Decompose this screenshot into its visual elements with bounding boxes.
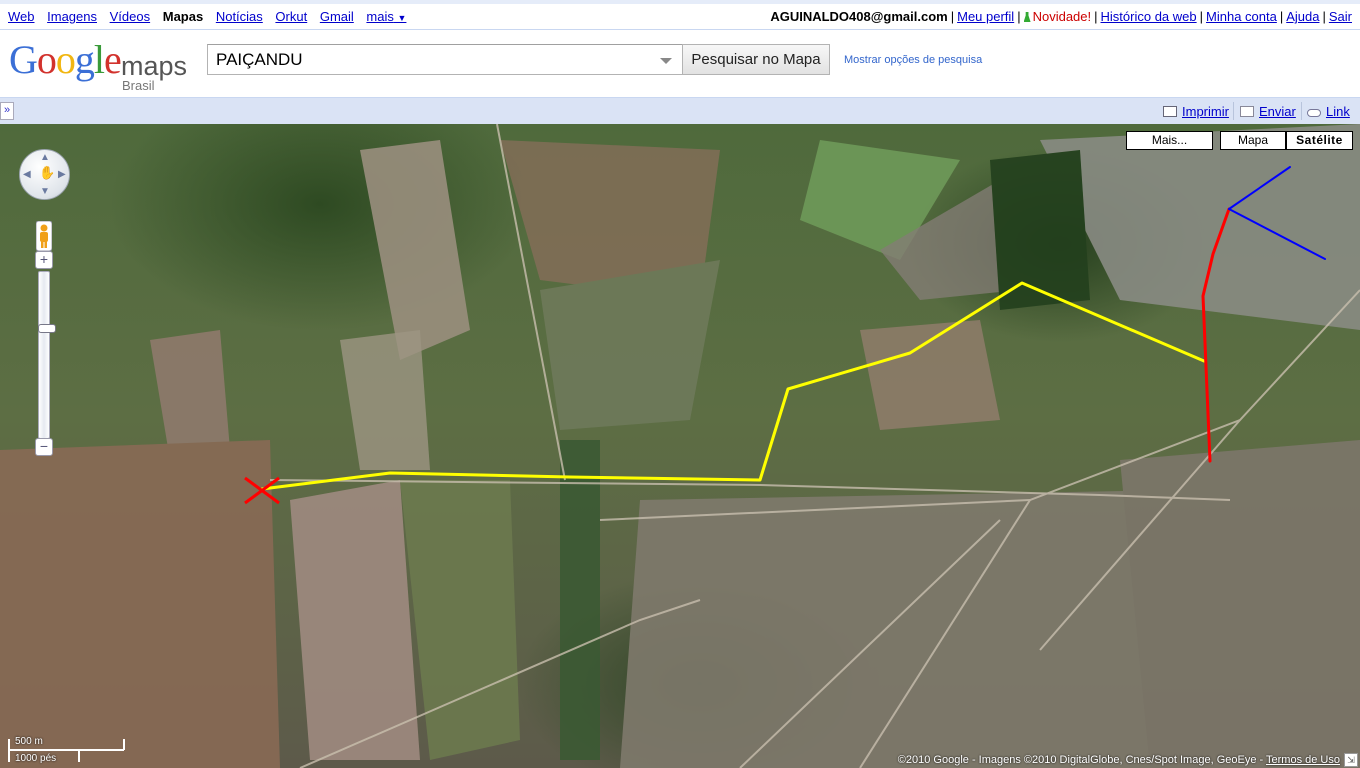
map-toolbar: » Imprimir Enviar Link bbox=[0, 97, 1360, 124]
chain-link-icon bbox=[1307, 109, 1321, 117]
satellite-type-button[interactable]: Satélite bbox=[1286, 131, 1353, 150]
search-map-button[interactable]: Pesquisar no Mapa bbox=[682, 44, 830, 75]
envelope-icon bbox=[1240, 106, 1254, 117]
chevron-down-icon: ▼ bbox=[397, 13, 407, 23]
resize-corner-icon[interactable]: ⇲ bbox=[1344, 753, 1358, 767]
zoom-out-button[interactable]: − bbox=[35, 438, 53, 456]
send-tool[interactable]: Enviar bbox=[1240, 104, 1296, 119]
map-scale: 500 m 1000 pés bbox=[8, 736, 128, 764]
search-history-dropdown-icon[interactable] bbox=[660, 58, 672, 64]
pan-control[interactable]: ▲ ▼ ◀ ▶ ✋ bbox=[19, 149, 70, 200]
terms-of-use-link[interactable]: Termos de Uso bbox=[1266, 754, 1340, 766]
nav-link-news[interactable]: Notícias bbox=[216, 9, 263, 24]
pan-left-icon[interactable]: ◀ bbox=[23, 170, 31, 180]
zoom-control: + − bbox=[35, 251, 56, 456]
maps-header: Google maps Brasil Pesquisar no Mapa Mos… bbox=[0, 30, 1360, 97]
map-copyright: ©2010 Google - Imagens ©2010 DigitalGlob… bbox=[898, 754, 1340, 766]
map-imagery bbox=[0, 124, 1360, 768]
novidade-link[interactable]: Novidade! bbox=[1033, 9, 1092, 24]
nav-link-gmail[interactable]: Gmail bbox=[320, 9, 354, 24]
nav-link-web[interactable]: Web bbox=[8, 9, 35, 24]
link-link[interactable]: Link bbox=[1326, 104, 1350, 119]
country-label: Brasil bbox=[122, 78, 155, 93]
zoom-in-button[interactable]: + bbox=[35, 251, 53, 269]
scale-imperial: 1000 pés bbox=[15, 753, 57, 764]
top-navigation-bar: Web Imagens Vídeos Mapas Notícias Orkut … bbox=[0, 0, 1360, 30]
nav-link-images[interactable]: Imagens bbox=[47, 9, 97, 24]
pegman-icon[interactable] bbox=[36, 221, 52, 251]
pan-up-icon[interactable]: ▲ bbox=[40, 153, 50, 163]
sign-out-link[interactable]: Sair bbox=[1329, 9, 1352, 24]
print-link[interactable]: Imprimir bbox=[1182, 104, 1229, 119]
google-wordmark: Google bbox=[9, 37, 122, 82]
pan-down-icon[interactable]: ▼ bbox=[40, 187, 50, 197]
hand-icon[interactable]: ✋ bbox=[39, 166, 55, 179]
zoom-slider-track[interactable] bbox=[38, 271, 56, 439]
nav-link-more[interactable]: mais ▼ bbox=[366, 9, 406, 24]
terrain-patches bbox=[0, 124, 1360, 768]
print-tool[interactable]: Imprimir bbox=[1163, 104, 1229, 119]
my-account-link[interactable]: Minha conta bbox=[1206, 9, 1277, 24]
toolbar-divider bbox=[1233, 102, 1234, 120]
map-type-button[interactable]: Mapa bbox=[1220, 131, 1286, 150]
pan-right-icon[interactable]: ▶ bbox=[58, 170, 66, 180]
link-tool[interactable]: Link bbox=[1307, 104, 1350, 119]
maps-wordmark: maps bbox=[121, 51, 188, 81]
search-box bbox=[207, 44, 683, 75]
send-link[interactable]: Enviar bbox=[1259, 104, 1296, 119]
toolbar-divider bbox=[1301, 102, 1302, 120]
web-history-link[interactable]: Histórico da web bbox=[1101, 9, 1197, 24]
nav-link-orkut[interactable]: Orkut bbox=[275, 9, 307, 24]
copyright-text: ©2010 Google - Imagens ©2010 DigitalGlob… bbox=[897, 754, 1267, 766]
nav-current-maps: Mapas bbox=[162, 9, 204, 24]
nav-link-videos[interactable]: Vídeos bbox=[110, 9, 150, 24]
more-label: mais bbox=[366, 9, 394, 24]
satellite-map[interactable]: Mais... Mapa Satélite ▲ ▼ ◀ ▶ ✋ + − 500 … bbox=[0, 124, 1360, 768]
service-links: Web Imagens Vídeos Mapas Notícias Orkut … bbox=[8, 9, 415, 24]
google-maps-logo[interactable]: Google maps Brasil bbox=[9, 37, 189, 94]
profile-link[interactable]: Meu perfil bbox=[957, 9, 1014, 24]
zoom-slider-thumb[interactable] bbox=[38, 324, 56, 333]
search-options-link[interactable]: Mostrar opções de pesquisa bbox=[844, 54, 982, 66]
search-input[interactable] bbox=[208, 45, 648, 74]
expand-panel-button[interactable]: » bbox=[0, 102, 14, 120]
user-email: AGUINALDO408@gmail.com bbox=[770, 9, 948, 24]
more-layers-button[interactable]: Mais... bbox=[1126, 131, 1213, 150]
scale-metric: 500 m bbox=[15, 736, 43, 747]
printer-icon bbox=[1163, 106, 1177, 117]
account-links: AGUINALDO408@gmail.com | Meu perfil | Novida… bbox=[770, 9, 1352, 24]
labs-flask-icon bbox=[1023, 12, 1031, 22]
help-link[interactable]: Ajuda bbox=[1286, 9, 1319, 24]
